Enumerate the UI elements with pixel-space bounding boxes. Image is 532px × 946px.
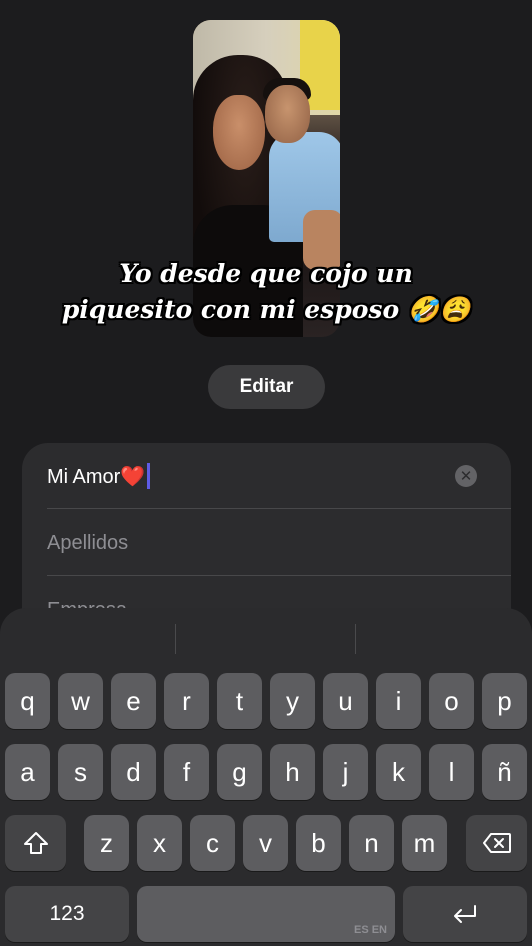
edit-photo-button[interactable]: Editar <box>208 365 325 409</box>
first-name-field[interactable]: Mi Amor❤️ ✕ <box>47 443 511 509</box>
key-u[interactable]: u <box>323 673 368 729</box>
key-p[interactable]: p <box>482 673 527 729</box>
numbers-key[interactable]: 123 <box>5 886 129 942</box>
key-x[interactable]: x <box>137 815 182 871</box>
last-name-field[interactable]: Apellidos <box>47 510 511 576</box>
key-k[interactable]: k <box>376 744 421 800</box>
key-s[interactable]: s <box>58 744 103 800</box>
key-j[interactable]: j <box>323 744 368 800</box>
suggestion-divider <box>355 624 356 654</box>
divider <box>47 508 511 509</box>
key-i[interactable]: i <box>376 673 421 729</box>
text-caret <box>147 463 151 489</box>
key-c[interactable]: c <box>190 815 235 871</box>
space-key[interactable]: ES EN <box>137 886 395 942</box>
divider <box>47 575 511 576</box>
key-w[interactable]: w <box>58 673 103 729</box>
keyboard: q w e r t y u i o p a s d f g h j k l ñ … <box>0 608 532 946</box>
caption-line-2: piquesito con mi esposo 🤣😩 <box>61 295 471 324</box>
key-g[interactable]: g <box>217 744 262 800</box>
key-q[interactable]: q <box>5 673 50 729</box>
delete-backward-icon[interactable] <box>466 815 527 871</box>
key-l[interactable]: l <box>429 744 474 800</box>
key-o[interactable]: o <box>429 673 474 729</box>
key-a[interactable]: a <box>5 744 50 800</box>
key-v[interactable]: v <box>243 815 288 871</box>
key-f[interactable]: f <box>164 744 209 800</box>
key-d[interactable]: d <box>111 744 156 800</box>
key-b[interactable]: b <box>296 815 341 871</box>
shift-icon[interactable] <box>5 815 66 871</box>
return-icon[interactable] <box>403 886 527 942</box>
language-hint: ES EN <box>353 924 387 936</box>
key-z[interactable]: z <box>84 815 129 871</box>
caption-line-1: Yo desde que cojo un <box>119 259 413 288</box>
key-n[interactable]: n <box>349 815 394 871</box>
key-r[interactable]: r <box>164 673 209 729</box>
xmark-circle-icon[interactable]: ✕ <box>455 465 477 487</box>
key-n-tilde[interactable]: ñ <box>482 744 527 800</box>
key-t[interactable]: t <box>217 673 262 729</box>
key-m[interactable]: m <box>402 815 447 871</box>
key-e[interactable]: e <box>111 673 156 729</box>
suggestion-divider <box>175 624 176 654</box>
key-y[interactable]: y <box>270 673 315 729</box>
first-name-value: Mi Amor❤️ <box>47 465 146 488</box>
key-h[interactable]: h <box>270 744 315 800</box>
